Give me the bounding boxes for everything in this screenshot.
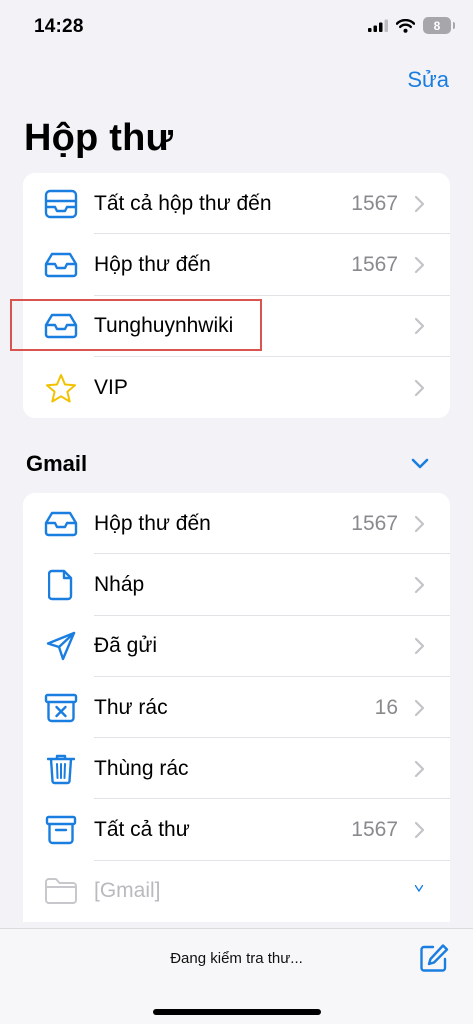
gmail-all-mail[interactable]: Tất cả thư 1567: [23, 799, 450, 861]
status-bar: 14:28 8: [0, 0, 473, 56]
mailbox-label: Thùng rác: [94, 756, 189, 780]
draft-icon: [41, 568, 81, 602]
status-icons: 8: [368, 17, 455, 34]
status-time: 14:28: [34, 16, 84, 37]
wifi-icon: [396, 18, 415, 33]
chevron-right-icon: [414, 576, 425, 594]
trash-icon: [41, 752, 81, 786]
page-title: Hộp thư: [24, 117, 174, 159]
gmail-sent[interactable]: Đã gửi: [23, 616, 450, 677]
mailbox-all-inboxes[interactable]: Tất cả hộp thư đến 1567: [23, 173, 450, 235]
battery-icon: 8: [423, 17, 455, 34]
mailbox-label: Đã gửi: [94, 634, 158, 658]
mailbox-label: [Gmail]: [94, 879, 161, 903]
mailbox-label: Tất cả hộp thư đến: [94, 191, 272, 215]
mailbox-label: Thư rác: [94, 695, 168, 719]
chevron-right-icon: [414, 318, 425, 335]
chevron-right-icon: [414, 822, 425, 839]
mailbox-label: Tất cả thư: [94, 818, 190, 842]
all-inboxes-icon: [41, 187, 81, 221]
gmail-folder[interactable]: [Gmail]: [23, 861, 450, 922]
mailbox-count: 1567: [351, 818, 398, 842]
sync-status-text: Đang kiểm tra thư...: [170, 950, 303, 967]
mailbox-label: Hộp thư đến: [94, 511, 211, 535]
chevron-right-icon: [414, 195, 425, 212]
gmail-trash[interactable]: Thùng rác: [23, 738, 450, 800]
star-icon: [41, 371, 81, 405]
gmail-junk[interactable]: Thư rác 16: [23, 677, 450, 739]
mailbox-tunghuynhwiki[interactable]: Tunghuynhwiki: [23, 296, 450, 357]
sent-icon: [41, 629, 81, 663]
gmail-section-header[interactable]: Gmail: [24, 450, 451, 484]
gmail-inbox[interactable]: Hộp thư đến 1567: [23, 493, 450, 555]
junk-icon: [41, 691, 81, 725]
mailbox-vip[interactable]: VIP: [23, 357, 450, 418]
chevron-right-icon: [414, 638, 425, 655]
inbox-icon: [41, 309, 81, 343]
section-title: Gmail: [26, 451, 88, 476]
chevron-down-icon[interactable]: [411, 458, 429, 470]
compose-icon[interactable]: [419, 943, 449, 973]
chevron-down-icon[interactable]: [410, 885, 428, 897]
mailbox-label: VIP: [94, 375, 128, 399]
mailbox-count: 1567: [351, 252, 398, 276]
edit-button[interactable]: Sửa: [407, 67, 449, 93]
mailbox-count: 1567: [351, 511, 398, 535]
chevron-right-icon: [414, 256, 425, 274]
chevron-right-icon: [414, 515, 425, 532]
mailbox-label: Nháp: [94, 572, 145, 596]
folder-icon: [41, 874, 81, 908]
gmail-drafts[interactable]: Nháp: [23, 554, 450, 616]
chevron-right-icon: [414, 379, 425, 396]
mailboxes-screen: 14:28 8 Sửa Hộp thư Tất cả hộp thư đến 1…: [0, 0, 473, 1024]
chevron-right-icon: [414, 760, 425, 777]
inbox-icon: [41, 248, 81, 282]
battery-level: 8: [433, 18, 441, 33]
mailbox-count: 16: [374, 695, 398, 719]
signal-icon: [368, 19, 388, 32]
mailbox-inbox[interactable]: Hộp thư đến 1567: [23, 234, 450, 296]
bottom-toolbar: Đang kiểm tra thư...: [0, 928, 473, 1024]
mailbox-label: Tunghuynhwiki: [94, 314, 234, 338]
home-indicator[interactable]: [153, 1009, 321, 1015]
mailbox-label: Hộp thư đến: [94, 252, 211, 276]
inbox-icon: [41, 507, 81, 541]
chevron-right-icon: [414, 699, 425, 716]
mailbox-count: 1567: [351, 191, 398, 215]
archive-icon: [41, 813, 81, 847]
mailboxes-list: Tất cả hộp thư đến 1567 Hộp thư đến 1567: [23, 173, 450, 419]
gmail-mailboxes-list: Hộp thư đến 1567 Nháp Đã gửi Thư rác 16 …: [23, 493, 450, 923]
